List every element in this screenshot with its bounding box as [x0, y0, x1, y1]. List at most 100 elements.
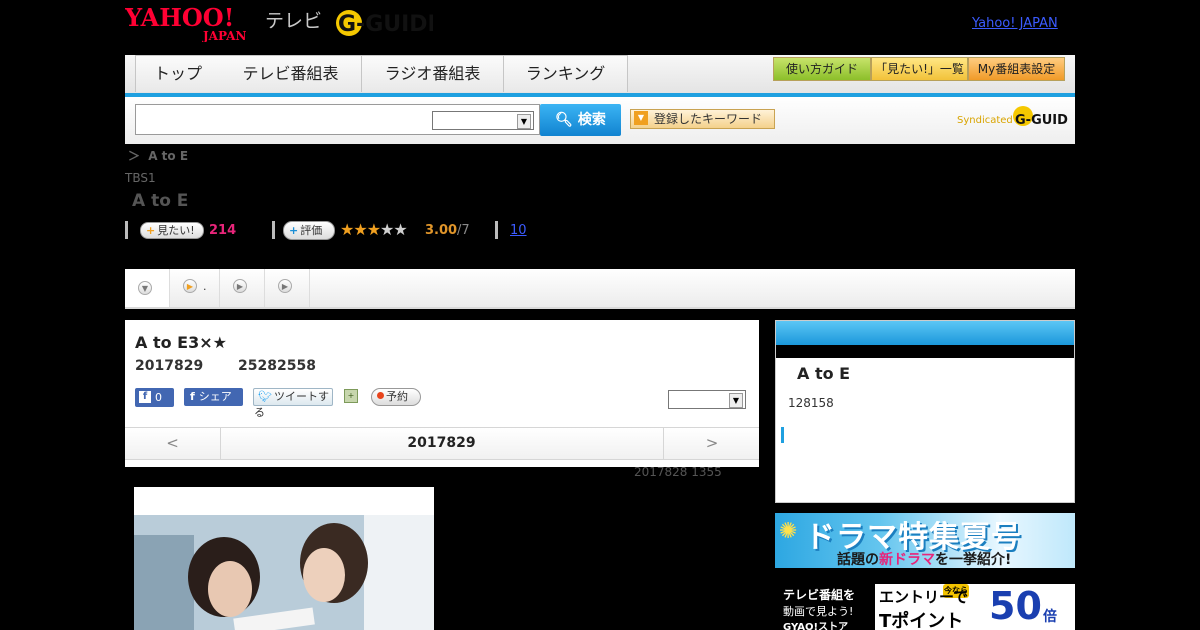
gyao-bai: 倍 [1043, 609, 1057, 625]
rating-value: 3.00 [425, 223, 458, 238]
facebook-share-button[interactable]: f シェア [184, 388, 243, 406]
breadcrumb-current[interactable]: A to E [148, 149, 188, 163]
person-face [303, 548, 345, 602]
breadcrumb: ＞ A to E [128, 147, 188, 164]
nav-tab-top[interactable]: トップ [135, 55, 221, 92]
syndicated-gguide-logo: Syndicated G-GUIDE [957, 106, 1069, 128]
divider [495, 221, 498, 239]
gyao-line-2: 動画で見よう! [783, 605, 854, 618]
updated-timestamp: 2017828 1355 [634, 465, 722, 479]
gyao-tpoint: Tポイント [879, 611, 964, 630]
photo-office [134, 535, 194, 630]
facebook-like-button[interactable]: f0 [135, 388, 174, 407]
facebook-share-label: シェア [198, 390, 232, 403]
play-icon: ▶ [278, 279, 292, 293]
guide-button[interactable]: 使い方ガイド [773, 57, 871, 81]
person-face [208, 561, 252, 617]
episode-date: 2017829 [135, 358, 204, 374]
rate-button-label: 評価 [300, 224, 323, 237]
sun-icon: ✺ [779, 519, 798, 544]
play-icon: ▶ [183, 279, 197, 293]
mitai-count: 214 [209, 223, 237, 238]
facebook-icon: f [190, 390, 195, 403]
search-button[interactable]: 🔍︎ 検索 [540, 104, 621, 136]
my-settings-button[interactable]: My番組表設定 [968, 57, 1065, 81]
mitai-button[interactable]: + 見たい! [140, 222, 204, 239]
photo-window [364, 515, 434, 630]
mitai-list-button[interactable]: 「見たい!」一覧 [871, 57, 968, 81]
search-icon: 🔍︎ [555, 112, 573, 128]
gyao-banner-left: テレビ番組を 動画で見よう! GYAO!ストア [775, 584, 875, 630]
episode-title: A to E3×★ [135, 333, 227, 352]
prev-date-button[interactable]: < [125, 428, 221, 459]
star-rating: ★★★★★ [340, 220, 408, 239]
twitter-bird-icon: 🐦︎ [258, 390, 272, 403]
drama-sub-post: を一挙紹介! [935, 552, 1012, 568]
section-tab-2[interactable]: ▶ . [170, 269, 220, 307]
divider [125, 221, 128, 239]
drama-sub-new: 新ドラマ [879, 552, 935, 568]
section-tabs: ▼ ▶ . ▶ ▶ [125, 269, 1075, 309]
date-navigation: < 2017829 > [125, 427, 759, 460]
gyao-line-1: テレビ番組を [783, 588, 856, 602]
side-panel-number: 128158 [788, 396, 834, 410]
chevron-down-icon: ▼ [517, 114, 531, 129]
side-panel-header [776, 321, 1074, 345]
divider [272, 221, 275, 239]
gyao-multiplier: 50 [989, 584, 1042, 628]
yahoo-japan-logo[interactable]: YAHOO! JAPAN [125, 4, 263, 42]
page-title: A to E [132, 191, 189, 211]
drama-sub-pre: 話題の [837, 552, 879, 568]
mitai-button-label: 見たい! [157, 224, 195, 237]
current-date: 2017829 [407, 435, 476, 451]
reserve-button[interactable]: 予約 [371, 388, 421, 406]
chevron-down-icon: ▼ [729, 393, 743, 408]
program-photo-frame [134, 487, 434, 630]
japan-logo-text: JAPAN [202, 29, 246, 42]
syndicated-text: Syndicated [957, 115, 1013, 126]
search-button-label: 検索 [577, 112, 606, 128]
star-filled-icon: ★ [353, 220, 367, 239]
program-photo [134, 515, 434, 630]
nav-tab-ranking[interactable]: ランキング [504, 55, 628, 92]
section-tab-3[interactable]: ▶ [220, 269, 265, 307]
next-date-button[interactable]: > [663, 428, 760, 459]
gguide-logo: G-GUIDE [336, 10, 433, 37]
chevron-down-icon: ▼ [138, 281, 152, 295]
side-panel-title: A to E [797, 364, 851, 383]
registered-keywords-button[interactable]: ▼ 登録したキーワード [630, 109, 775, 129]
tab-dot: . [203, 280, 207, 293]
drama-feature-banner[interactable]: ✺ ドラマ特集夏号 話題の新ドラマを一挙紹介! [775, 513, 1075, 568]
gguide-logo-text: G-GUIDE [338, 12, 433, 37]
nav-tab-radio-listings[interactable]: ラジオ番組表 [362, 55, 504, 92]
section-tab-1[interactable]: ▼ [125, 269, 170, 307]
gyao-store-banner[interactable]: テレビ番組を 動画で見よう! GYAO!ストア 今なら エントリーで Tポイント… [775, 584, 1075, 630]
episode-select[interactable]: ▼ [668, 390, 746, 409]
side-panel-bar [776, 345, 1074, 358]
search-category-select[interactable]: ▼ [432, 111, 534, 130]
facebook-like-count: 0 [155, 391, 162, 404]
keyword-button-label: 登録したキーワード [654, 112, 763, 126]
rate-button[interactable]: + 評価 [283, 221, 335, 240]
star-empty-icon: ★ [380, 220, 394, 239]
channel-name: TBS1 [125, 171, 156, 185]
gyao-line-3: GYAO!ストア [783, 622, 849, 630]
episode-time: 25282558 [238, 358, 316, 374]
review-count-link[interactable]: 10 [510, 223, 527, 238]
plus-icon: + [289, 224, 299, 237]
tweet-button[interactable]: 🐦︎ ツイートする [253, 388, 333, 419]
calendar-add-icon[interactable]: + [344, 389, 358, 403]
triangle-down-icon: ▼ [634, 111, 648, 125]
side-panel [775, 320, 1075, 503]
record-dot-icon [377, 392, 384, 399]
reserve-button-label: 予約 [386, 390, 408, 403]
play-icon: ▶ [233, 279, 247, 293]
section-tab-4[interactable]: ▶ [265, 269, 310, 307]
photo-illustration [134, 515, 434, 630]
yahoo-japan-link[interactable]: Yahoo! JAPAN [972, 16, 1058, 31]
star-filled-icon: ★ [340, 220, 354, 239]
syndicated-logo-text: G-GUIDE [1015, 113, 1069, 128]
nav-tab-tv-listings[interactable]: テレビ番組表 [220, 55, 362, 92]
yahoo-logo-text: YAHOO! [125, 4, 234, 32]
plus-icon: + [146, 224, 156, 237]
